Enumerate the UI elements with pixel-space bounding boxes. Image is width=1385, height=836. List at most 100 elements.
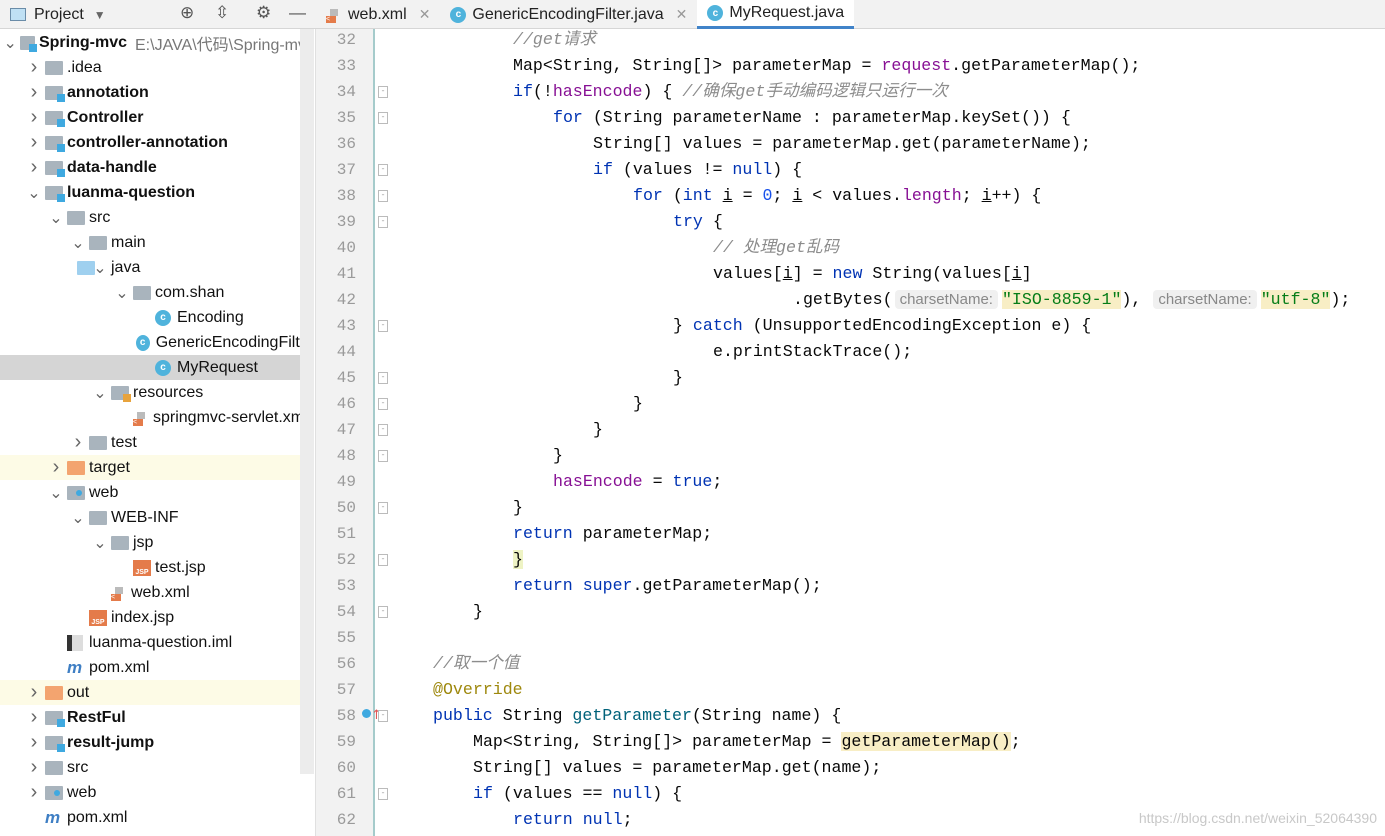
tree-item[interactable]: › controller-annotation bbox=[0, 130, 314, 155]
locate-icon[interactable]: ⊕ bbox=[180, 3, 194, 23]
tree-item[interactable]: c GenericEncodingFilter bbox=[0, 330, 314, 355]
class-icon: c bbox=[155, 309, 171, 326]
chevron-right-icon[interactable]: › bbox=[23, 706, 45, 729]
override-icon[interactable] bbox=[362, 703, 382, 729]
fold-marker-icon[interactable]: - bbox=[378, 502, 388, 514]
tree-item[interactable]: ⌄ web bbox=[0, 480, 314, 505]
annotation: @Override bbox=[433, 680, 523, 699]
tree-item[interactable]: › .idea bbox=[0, 55, 314, 80]
fold-marker-icon[interactable]: - bbox=[378, 112, 388, 124]
chevron-right-icon[interactable]: › bbox=[23, 731, 45, 754]
chevron-down-icon[interactable]: ▼ bbox=[94, 8, 106, 22]
tree-item[interactable]: ⌄ java bbox=[0, 255, 314, 280]
tab-myrequest-java[interactable]: c MyRequest.java bbox=[697, 0, 855, 29]
code-line: 52 -} bbox=[316, 547, 1385, 573]
tree-item[interactable]: ⌄ com.shan bbox=[0, 280, 314, 305]
tree-item[interactable]: › src bbox=[0, 755, 314, 780]
chevron-right-icon[interactable]: › bbox=[23, 131, 45, 154]
field: length bbox=[901, 186, 962, 205]
code-text: ] = bbox=[792, 264, 833, 283]
line-number: 55 bbox=[336, 629, 356, 647]
fold-marker-icon[interactable]: - bbox=[378, 216, 388, 228]
string-literal: "ISO-8859-1" bbox=[1001, 290, 1122, 309]
fold-marker-icon[interactable]: - bbox=[378, 788, 388, 800]
tree-item[interactable]: › web bbox=[0, 780, 314, 805]
close-icon[interactable]: ✕ bbox=[676, 6, 688, 23]
tree-scrollbar[interactable] bbox=[300, 29, 314, 774]
tree-item[interactable]: springmvc-servlet.xml bbox=[0, 405, 314, 430]
chevron-right-icon[interactable]: › bbox=[23, 106, 45, 129]
chevron-right-icon[interactable]: › bbox=[23, 156, 45, 179]
tree-item[interactable]: m pom.xml bbox=[0, 655, 314, 680]
keyword: if bbox=[473, 784, 493, 803]
code-text: ) { bbox=[642, 82, 683, 101]
code-editor[interactable]: 32 //get请求 33 Map<String, String[]> paramet… bbox=[316, 29, 1385, 836]
tree-item[interactable]: › data-handle bbox=[0, 155, 314, 180]
fold-marker-icon[interactable]: - bbox=[378, 320, 388, 332]
chevron-down-icon[interactable]: ⌄ bbox=[45, 483, 67, 503]
tree-item-label: result-jump bbox=[67, 733, 155, 751]
close-icon[interactable]: ✕ bbox=[419, 6, 431, 23]
chevron-right-icon[interactable]: › bbox=[23, 781, 45, 804]
gear-icon[interactable]: ⚙ bbox=[256, 3, 271, 23]
fold-marker-icon[interactable]: - bbox=[378, 606, 388, 618]
variable: i bbox=[782, 264, 793, 283]
chevron-right-icon[interactable]: › bbox=[67, 431, 89, 454]
fold-marker-icon[interactable]: - bbox=[378, 86, 388, 98]
tree-item[interactable]: › annotation bbox=[0, 80, 314, 105]
chevron-down-icon[interactable]: ⌄ bbox=[89, 383, 111, 403]
fold-marker-icon[interactable]: - bbox=[378, 710, 388, 722]
code-content: e.printStackTrace(); bbox=[713, 339, 912, 365]
tab-label: MyRequest.java bbox=[729, 4, 845, 21]
tree-item[interactable]: › result-jump bbox=[0, 730, 314, 755]
chevron-right-icon[interactable]: › bbox=[45, 456, 67, 479]
chevron-down-icon[interactable]: ⌄ bbox=[89, 533, 111, 553]
chevron-down-icon[interactable]: ⌄ bbox=[23, 183, 45, 203]
chevron-right-icon[interactable]: › bbox=[23, 81, 45, 104]
tree-item[interactable]: luanma-question.iml bbox=[0, 630, 314, 655]
fold-marker-icon[interactable]: - bbox=[378, 164, 388, 176]
tree-item[interactable]: ⌄ Spring-mvc E:\JAVA\代码\Spring-mvc bbox=[0, 30, 314, 55]
fold-marker-icon[interactable]: - bbox=[378, 450, 388, 462]
chevron-down-icon[interactable]: ⌄ bbox=[67, 508, 89, 528]
tree-item[interactable]: ⌄ WEB-INF bbox=[0, 505, 314, 530]
minimize-icon[interactable]: — bbox=[289, 3, 306, 23]
collapse-all-icon[interactable]: ⇳ bbox=[215, 3, 229, 23]
tree-item[interactable]: ⌄ main bbox=[0, 230, 314, 255]
tree-item[interactable]: › out bbox=[0, 680, 314, 705]
chevron-down-icon[interactable]: ⌄ bbox=[1, 33, 20, 53]
fold-marker-icon[interactable]: - bbox=[378, 424, 388, 436]
tree-item[interactable]: › target bbox=[0, 455, 314, 480]
tree-item[interactable]: c Encoding bbox=[0, 305, 314, 330]
tree-item[interactable]: JSP test.jsp bbox=[0, 555, 314, 580]
tree-item[interactable]: web.xml bbox=[0, 580, 314, 605]
tree-item[interactable]: › RestFul bbox=[0, 705, 314, 730]
tree-item[interactable]: › test bbox=[0, 430, 314, 455]
fold-marker-icon[interactable]: - bbox=[378, 554, 388, 566]
fold-marker-icon[interactable]: - bbox=[378, 190, 388, 202]
tree-item[interactable]: › Controller bbox=[0, 105, 314, 130]
chevron-down-icon[interactable]: ⌄ bbox=[111, 283, 133, 303]
keyword: new bbox=[832, 264, 863, 283]
chevron-down-icon[interactable]: ⌄ bbox=[45, 208, 67, 228]
tree-item[interactable]: JSP index.jsp bbox=[0, 605, 314, 630]
chevron-right-icon[interactable]: › bbox=[23, 756, 45, 779]
tab-genericencodingfilter-java[interactable]: c GenericEncodingFilter.java ✕ bbox=[440, 0, 697, 29]
tree-item[interactable]: ⌄ luanma-question bbox=[0, 180, 314, 205]
tree-item[interactable]: ⌄ jsp bbox=[0, 530, 314, 555]
tab-web-xml[interactable]: web.xml ✕ bbox=[316, 0, 440, 29]
chevron-right-icon[interactable]: › bbox=[23, 56, 45, 79]
folder-icon bbox=[45, 135, 65, 152]
fold-marker-icon[interactable]: - bbox=[378, 372, 388, 384]
code-text: ; bbox=[1010, 732, 1021, 751]
tree-item[interactable]: m pom.xml bbox=[0, 805, 314, 830]
fold-marker-icon[interactable]: - bbox=[378, 398, 388, 410]
chevron-right-icon[interactable]: › bbox=[23, 681, 45, 704]
tree-item[interactable]: c MyRequest bbox=[0, 355, 314, 380]
tree-item[interactable]: ⌄ resources bbox=[0, 380, 314, 405]
chevron-down-icon[interactable]: ⌄ bbox=[67, 233, 89, 253]
tree-item[interactable]: ⌄ src bbox=[0, 205, 314, 230]
code-text: { bbox=[702, 212, 723, 231]
code-text: (String parameterName : parameterMap.key… bbox=[582, 108, 1071, 127]
